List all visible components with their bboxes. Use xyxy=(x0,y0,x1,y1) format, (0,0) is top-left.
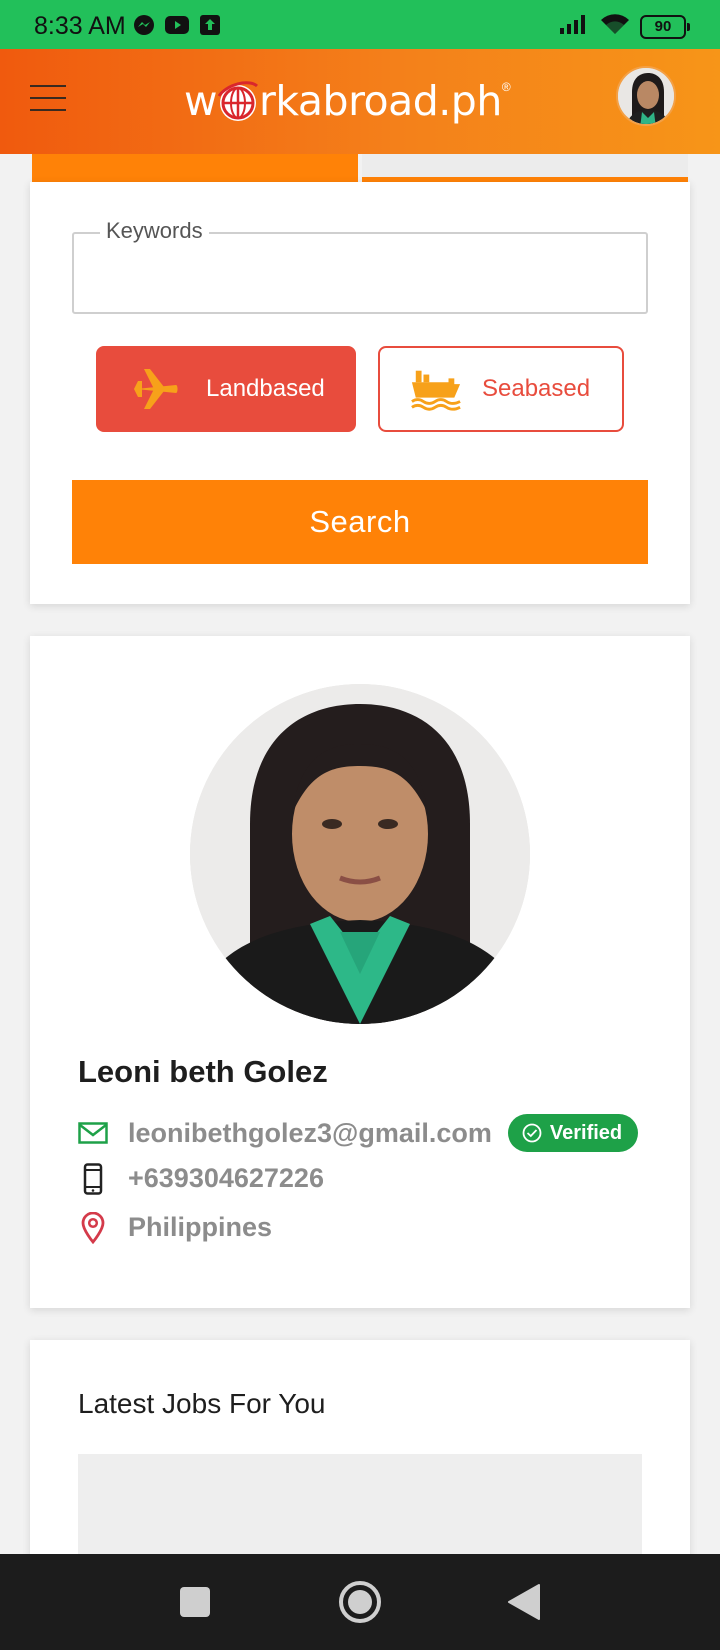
phone-row: +639304627226 xyxy=(78,1162,324,1195)
email-row: leonibethgolez3@gmail.com Verified xyxy=(78,1114,639,1152)
search-button[interactable]: Search xyxy=(72,480,648,564)
jobs-title: Latest Jobs For You xyxy=(78,1388,326,1419)
profile-photo xyxy=(190,684,530,1024)
search-card: Keywords Landbased Seabased Search xyxy=(30,182,690,604)
tab-strip xyxy=(30,154,690,182)
signal-icon xyxy=(558,13,590,40)
system-nav-bar xyxy=(0,1554,720,1650)
keywords-label: Keywords xyxy=(100,218,209,244)
status-app-icons xyxy=(132,14,222,36)
status-time: 8:33 AM xyxy=(34,12,126,40)
messenger-icon xyxy=(132,14,156,36)
wifi-icon xyxy=(600,13,630,40)
upload-icon xyxy=(198,14,222,36)
logo-text-end: rkabroad.ph xyxy=(259,77,502,125)
recents-icon[interactable] xyxy=(171,1578,219,1626)
workabroad-logo[interactable]: w rkabroad.ph ® xyxy=(184,71,511,131)
location-pin-icon xyxy=(78,1211,108,1244)
home-icon[interactable] xyxy=(336,1578,384,1626)
youtube-icon xyxy=(165,14,189,36)
status-indicators: 90 xyxy=(558,13,690,40)
hamburger-icon[interactable] xyxy=(30,85,66,111)
profile-location: Philippines xyxy=(128,1212,273,1242)
airplane-icon xyxy=(130,363,182,415)
keywords-input[interactable] xyxy=(88,254,628,294)
logo-text-start: w xyxy=(184,77,218,125)
seabased-label: Seabased xyxy=(482,375,591,402)
status-bar: 8:33 AM 90 xyxy=(0,0,720,49)
back-icon[interactable] xyxy=(500,1578,548,1626)
battery-icon: 90 xyxy=(640,14,690,39)
tab-left[interactable] xyxy=(32,154,358,182)
globe-logo-icon xyxy=(215,78,261,124)
landbased-label: Landbased xyxy=(206,375,325,402)
ship-icon xyxy=(410,363,462,415)
keywords-field: Keywords xyxy=(72,218,648,314)
battery-level: 90 xyxy=(654,18,672,35)
registered-mark: ® xyxy=(501,80,511,94)
tab-right[interactable] xyxy=(362,154,688,182)
location-row: Philippines xyxy=(78,1211,273,1244)
verified-label: Verified xyxy=(549,1121,623,1144)
seabased-button[interactable]: Seabased xyxy=(378,346,624,432)
verified-badge: Verified xyxy=(507,1114,639,1152)
user-avatar[interactable] xyxy=(616,66,676,126)
profile-name: Leoni beth Golez xyxy=(78,1054,328,1089)
profile-email[interactable]: leonibethgolez3@gmail.com xyxy=(128,1118,492,1149)
profile-card: Leoni beth Golez leonibethgolez3@gmail.c… xyxy=(30,636,690,1308)
mobile-phone-icon xyxy=(78,1162,108,1195)
landbased-button[interactable]: Landbased xyxy=(96,346,356,432)
profile-phone[interactable]: +639304627226 xyxy=(128,1163,324,1194)
envelope-icon xyxy=(78,1118,108,1148)
app-header: w rkabroad.ph ® xyxy=(0,49,720,154)
check-circle-icon xyxy=(522,1123,542,1143)
